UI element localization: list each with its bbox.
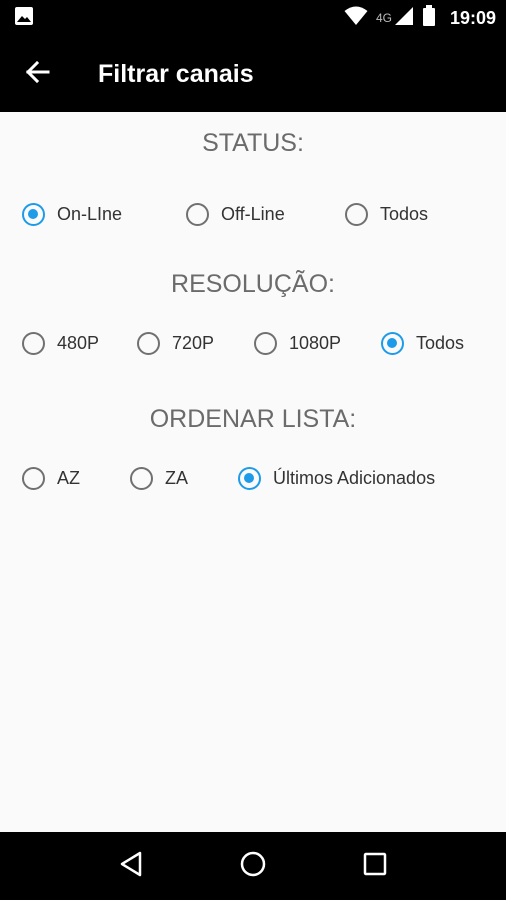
radio-circle[interactable]: [22, 466, 45, 490]
radio-res-480p[interactable]: 480P: [22, 328, 99, 358]
radio-circle[interactable]: [186, 202, 209, 226]
battery-icon: [422, 4, 436, 32]
status-right: 4G 19:09: [344, 4, 496, 32]
radio-label: Últimos Adicionados: [273, 467, 436, 488]
radio-status-todos[interactable]: Todos: [345, 199, 428, 229]
radio-label: Off-Line: [221, 203, 285, 224]
resolucao-section-title: RESOLUÇÃO:: [171, 270, 335, 298]
radio-res-1080p[interactable]: 1080P: [254, 328, 341, 358]
radio-label: ZA: [165, 467, 189, 488]
clock: 19:09: [449, 7, 496, 28]
radio-ordem-az[interactable]: AZ: [22, 463, 80, 493]
radio-circle[interactable]: [130, 466, 153, 490]
status-bar: 4G 19:09: [0, 0, 506, 36]
radio-circle[interactable]: [254, 331, 277, 355]
radio-label: 480P: [57, 332, 100, 353]
back-triangle-icon[interactable]: [118, 850, 144, 883]
app-bar: Filtrar canais: [0, 36, 506, 112]
radio-circle[interactable]: [22, 202, 45, 226]
home-circle-icon[interactable]: [239, 850, 267, 883]
radio-label: AZ: [57, 467, 81, 488]
radio-ordem-za[interactable]: ZA: [130, 463, 188, 493]
status-section-title: STATUS:: [202, 129, 304, 157]
radio-circle[interactable]: [22, 331, 45, 355]
radio-label: 720P: [172, 332, 215, 353]
radio-circle[interactable]: [345, 202, 368, 226]
navigation-bar: [0, 832, 506, 900]
radio-label: Todos: [380, 203, 429, 224]
radio-status-online[interactable]: On-LIne: [22, 199, 122, 229]
radio-ordem-ultimos[interactable]: Últimos Adicionados: [238, 463, 435, 493]
radio-label: 1080P: [289, 332, 342, 353]
recents-square-icon[interactable]: [362, 851, 388, 882]
radio-status-offline[interactable]: Off-Line: [186, 199, 285, 229]
radio-label: On-LIne: [57, 203, 123, 224]
image-icon: [14, 6, 34, 31]
radio-label: Todos: [416, 332, 465, 353]
radio-circle[interactable]: [238, 466, 261, 490]
radio-res-720p[interactable]: 720P: [137, 328, 214, 358]
ordenar-section-title: ORDENAR LISTA:: [149, 405, 357, 433]
radio-circle[interactable]: [137, 331, 160, 355]
radio-res-todos[interactable]: Todos: [381, 328, 464, 358]
signal-icon: [394, 6, 414, 31]
arrow-back-icon[interactable]: [24, 58, 52, 91]
radio-circle[interactable]: [381, 331, 404, 355]
page-title: Filtrar canais: [98, 59, 254, 88]
filter-content: STATUS: On-LIne Off-Line Todos RESOLUÇÃO…: [0, 112, 506, 832]
wifi-icon: [344, 6, 368, 31]
network-type: 4G: [375, 11, 392, 25]
